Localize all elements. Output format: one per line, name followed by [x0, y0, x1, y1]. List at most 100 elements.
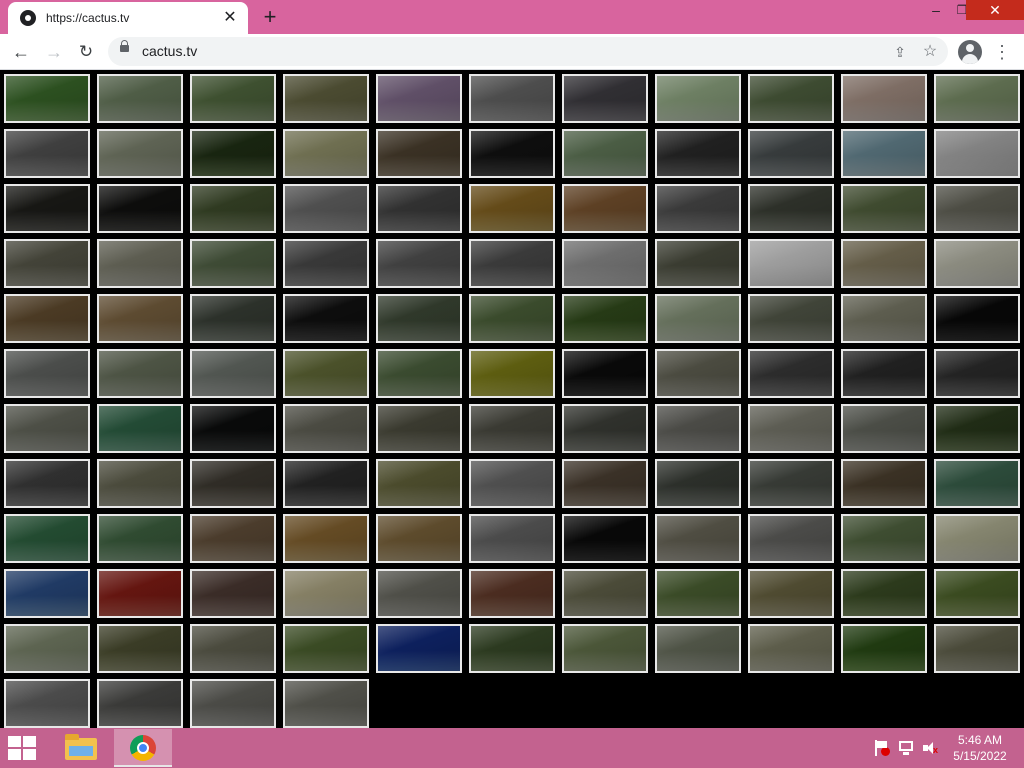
camera-thumbnail[interactable] [4, 514, 90, 563]
profile-avatar-icon[interactable] [958, 40, 982, 64]
camera-thumbnail[interactable] [748, 239, 834, 288]
camera-thumbnail[interactable] [376, 74, 462, 123]
camera-thumbnail[interactable] [4, 294, 90, 343]
camera-thumbnail[interactable] [190, 74, 276, 123]
camera-thumbnail[interactable] [97, 679, 183, 728]
camera-thumbnail[interactable] [97, 514, 183, 563]
share-icon[interactable]: ⇪ [888, 40, 912, 64]
camera-thumbnail[interactable] [97, 404, 183, 453]
camera-thumbnail[interactable] [376, 404, 462, 453]
camera-thumbnail[interactable] [469, 569, 555, 618]
camera-thumbnail[interactable] [97, 569, 183, 618]
camera-thumbnail[interactable] [4, 569, 90, 618]
camera-thumbnail[interactable] [4, 624, 90, 673]
camera-thumbnail[interactable] [97, 239, 183, 288]
camera-thumbnail[interactable] [376, 459, 462, 508]
address-bar[interactable]: cactus.tv ⇪ ☆ [108, 37, 948, 66]
camera-thumbnail[interactable] [283, 404, 369, 453]
camera-thumbnail[interactable] [562, 459, 648, 508]
lock-icon[interactable] [120, 40, 129, 52]
new-tab-button[interactable]: + [258, 5, 282, 29]
minimize-button[interactable]: – [922, 0, 950, 20]
camera-thumbnail[interactable] [748, 459, 834, 508]
camera-thumbnail[interactable] [655, 294, 741, 343]
camera-thumbnail[interactable] [190, 349, 276, 398]
camera-thumbnail[interactable] [655, 129, 741, 178]
camera-thumbnail[interactable] [283, 349, 369, 398]
camera-thumbnail[interactable] [283, 624, 369, 673]
network-icon[interactable] [898, 740, 916, 756]
camera-thumbnail[interactable] [841, 74, 927, 123]
camera-thumbnail[interactable] [562, 129, 648, 178]
camera-thumbnail[interactable] [655, 624, 741, 673]
back-arrow-icon[interactable]: ← [7, 38, 35, 66]
camera-thumbnail[interactable] [4, 184, 90, 233]
camera-thumbnail[interactable] [934, 569, 1020, 618]
camera-thumbnail[interactable] [97, 184, 183, 233]
camera-thumbnail[interactable] [97, 129, 183, 178]
camera-thumbnail[interactable] [841, 404, 927, 453]
camera-thumbnail[interactable] [655, 74, 741, 123]
camera-thumbnail[interactable] [841, 349, 927, 398]
camera-thumbnail[interactable] [283, 184, 369, 233]
camera-thumbnail[interactable] [655, 184, 741, 233]
system-clock[interactable]: 5:46 AM 5/15/2022 [944, 732, 1016, 764]
volume-muted-icon[interactable]: x [922, 740, 940, 756]
camera-thumbnail[interactable] [190, 184, 276, 233]
camera-thumbnail[interactable] [97, 74, 183, 123]
chrome-taskbar-button[interactable] [114, 729, 172, 767]
camera-thumbnail[interactable] [562, 239, 648, 288]
camera-thumbnail[interactable] [748, 624, 834, 673]
camera-thumbnail[interactable] [190, 239, 276, 288]
camera-thumbnail[interactable] [562, 184, 648, 233]
camera-thumbnail[interactable] [376, 184, 462, 233]
camera-thumbnail[interactable] [97, 459, 183, 508]
camera-thumbnail[interactable] [97, 294, 183, 343]
camera-thumbnail[interactable] [190, 129, 276, 178]
camera-thumbnail[interactable] [841, 569, 927, 618]
camera-thumbnail[interactable] [283, 679, 369, 728]
camera-thumbnail[interactable] [655, 459, 741, 508]
camera-thumbnail[interactable] [469, 129, 555, 178]
camera-thumbnail[interactable] [655, 404, 741, 453]
camera-thumbnail[interactable] [841, 294, 927, 343]
camera-thumbnail[interactable] [934, 294, 1020, 343]
camera-thumbnail[interactable] [934, 129, 1020, 178]
camera-thumbnail[interactable] [97, 624, 183, 673]
camera-thumbnail[interactable] [283, 294, 369, 343]
camera-thumbnail[interactable] [748, 184, 834, 233]
camera-thumbnail[interactable] [934, 184, 1020, 233]
camera-thumbnail[interactable] [190, 679, 276, 728]
camera-thumbnail[interactable] [376, 569, 462, 618]
camera-thumbnail[interactable] [934, 349, 1020, 398]
camera-thumbnail[interactable] [469, 349, 555, 398]
camera-thumbnail[interactable] [4, 74, 90, 123]
camera-thumbnail[interactable] [655, 569, 741, 618]
camera-thumbnail[interactable] [376, 514, 462, 563]
close-tab-icon[interactable]: ✕ [220, 8, 240, 28]
camera-thumbnail[interactable] [376, 294, 462, 343]
camera-thumbnail[interactable] [469, 514, 555, 563]
address-url[interactable]: cactus.tv [142, 43, 197, 59]
camera-thumbnail[interactable] [376, 624, 462, 673]
camera-thumbnail[interactable] [469, 294, 555, 343]
camera-thumbnail[interactable] [4, 459, 90, 508]
camera-thumbnail[interactable] [283, 514, 369, 563]
close-window-button[interactable]: ✕ [966, 0, 1024, 20]
bookmark-star-icon[interactable]: ☆ [918, 40, 942, 64]
camera-thumbnail[interactable] [562, 624, 648, 673]
camera-thumbnail[interactable] [97, 349, 183, 398]
camera-thumbnail[interactable] [655, 514, 741, 563]
camera-thumbnail[interactable] [283, 459, 369, 508]
camera-thumbnail[interactable] [562, 294, 648, 343]
camera-thumbnail[interactable] [376, 349, 462, 398]
camera-thumbnail[interactable] [934, 624, 1020, 673]
camera-thumbnail[interactable] [190, 569, 276, 618]
camera-thumbnail[interactable] [4, 129, 90, 178]
forward-arrow-icon[interactable]: → [40, 38, 68, 66]
camera-thumbnail[interactable] [748, 349, 834, 398]
camera-thumbnail[interactable] [748, 294, 834, 343]
camera-thumbnail[interactable] [283, 569, 369, 618]
camera-thumbnail[interactable] [469, 74, 555, 123]
camera-thumbnail[interactable] [748, 404, 834, 453]
